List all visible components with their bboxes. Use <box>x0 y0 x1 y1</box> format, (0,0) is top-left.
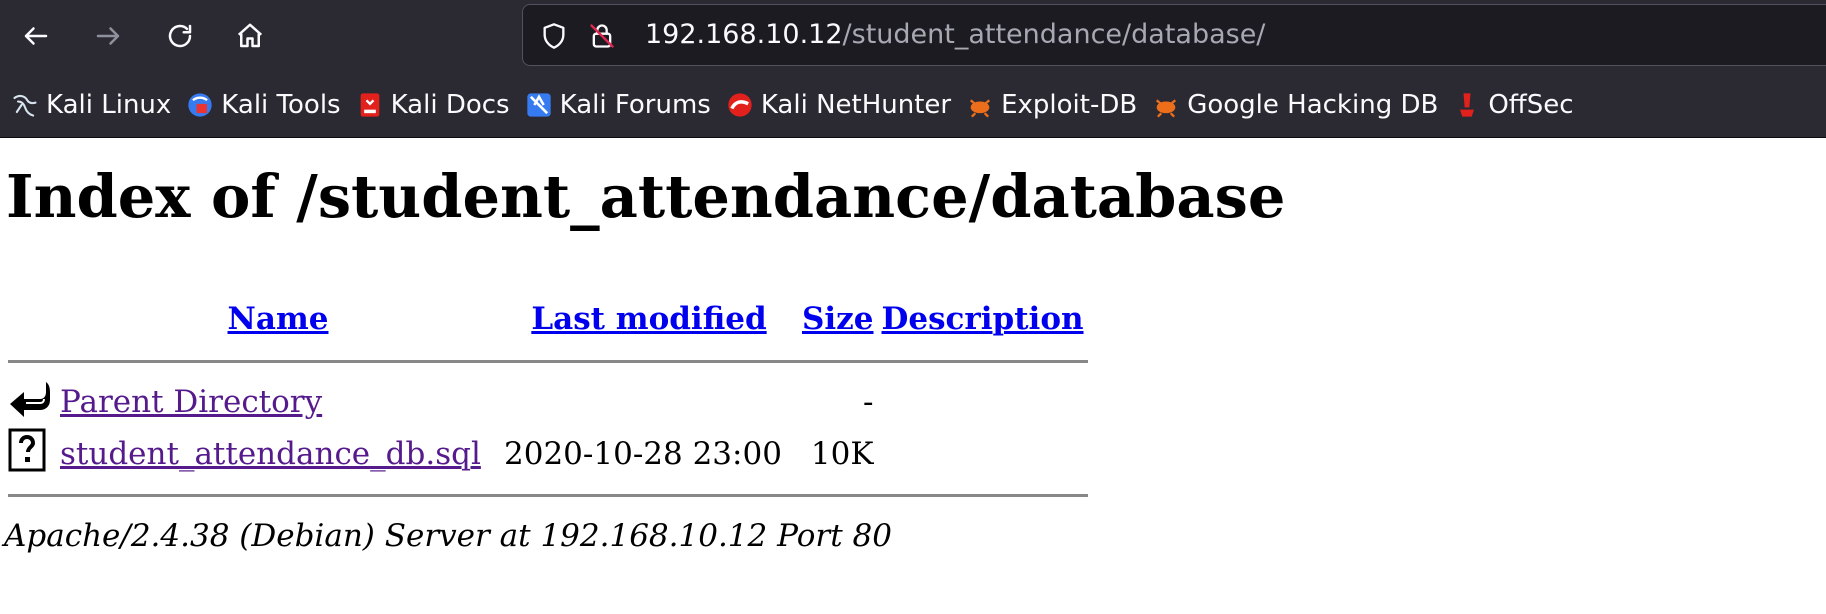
kali-dragon-icon <box>10 90 40 120</box>
row-last-modified-cell: 2020-10-28 23:00 <box>504 436 782 472</box>
bookmark-kali-linux[interactable]: Kali Linux <box>10 90 171 120</box>
sort-by-size-link[interactable]: Size <box>802 301 874 337</box>
bookmark-label: Kali Forums <box>559 89 711 120</box>
table-header-row: Name Last modified Size Description <box>8 292 1088 346</box>
url-text[interactable]: 192.168.10.12/student_attendance/databas… <box>645 19 1265 50</box>
unknown-file-icon[interactable] <box>8 428 46 472</box>
bookmark-kali-tools[interactable]: Kali Tools <box>185 89 341 120</box>
reload-icon <box>168 24 192 48</box>
home-button[interactable] <box>228 14 272 58</box>
sql-file-link[interactable]: student_attendance_db.sql <box>60 436 481 472</box>
bookmark-kali-forums[interactable]: Kali Forums <box>524 90 711 120</box>
home-icon <box>237 23 263 48</box>
column-icon-header <box>8 292 56 346</box>
back-button[interactable] <box>14 14 58 58</box>
insecure-connection-lock-icon[interactable] <box>587 21 617 51</box>
row-description-cell <box>878 428 1088 480</box>
column-description-header: Description <box>878 292 1088 346</box>
footer-separator <box>8 480 1088 510</box>
bookmark-exploit-db[interactable]: Exploit-DB <box>965 90 1137 120</box>
sort-by-last-modified-link[interactable]: Last modified <box>531 301 766 337</box>
reload-button[interactable] <box>158 14 202 58</box>
horizontal-rule <box>8 359 1088 363</box>
bookmark-google-hacking-db[interactable]: Google Hacking DB <box>1151 90 1438 120</box>
table-row: Parent Directory - <box>8 376 1088 428</box>
bookmarks-toolbar: Kali Linux Kali Tools Kali Docs Kali For… <box>0 72 1826 138</box>
server-signature: Apache/2.4.38 (Debian) Server at 192.168… <box>4 518 892 554</box>
column-size-header: Size <box>798 292 878 346</box>
forward-arrow-icon <box>96 27 120 45</box>
offsec-icon <box>1452 90 1482 120</box>
bookmark-label: Kali Docs <box>390 89 510 120</box>
kali-forums-icon <box>524 90 554 120</box>
bookmark-label: Exploit-DB <box>1001 89 1138 120</box>
bookmark-kali-docs[interactable]: Kali Docs <box>355 90 510 120</box>
table-row: student_attendance_db.sql 2020-10-28 23:… <box>8 428 1088 480</box>
url-path: /student_attendance/database/ <box>842 19 1266 50</box>
browser-chrome: 192.168.10.12/student_attendance/databas… <box>0 0 1826 138</box>
navigation-toolbar: 192.168.10.12/student_attendance/databas… <box>0 0 1826 72</box>
bookmark-label: OffSec <box>1488 89 1574 120</box>
sort-by-name-link[interactable]: Name <box>228 301 329 337</box>
row-icon-cell <box>8 376 56 428</box>
tracking-protection-shield-icon[interactable] <box>539 21 569 51</box>
kali-tools-icon <box>185 90 215 120</box>
row-last-modified-cell <box>500 376 798 428</box>
bookmark-offsec[interactable]: OffSec <box>1452 89 1574 120</box>
page-title: Index of /student_attendance/database <box>6 162 1286 231</box>
column-last-modified-header: Last modified <box>500 292 798 346</box>
row-name-cell: Parent Directory <box>56 376 500 428</box>
sort-by-description-link[interactable]: Description <box>882 301 1084 337</box>
row-name-cell: student_attendance_db.sql <box>56 428 500 480</box>
bookmark-label: Kali Tools <box>221 89 341 120</box>
header-separator <box>8 346 1088 376</box>
row-icon-cell <box>8 428 56 480</box>
exploit-db-icon <box>965 90 995 120</box>
column-name-header: Name <box>56 292 500 346</box>
back-arrow-icon[interactable] <box>8 378 50 418</box>
address-bar[interactable]: 192.168.10.12/student_attendance/databas… <box>522 4 1826 66</box>
kali-docs-icon <box>355 90 385 120</box>
bookmark-label: Kali NetHunter <box>760 89 952 120</box>
bookmark-kali-nethunter[interactable]: Kali NetHunter <box>725 90 951 120</box>
forward-button[interactable] <box>86 14 130 58</box>
directory-listing-table: Name Last modified Size Description Pare… <box>8 292 1088 510</box>
back-arrow-icon <box>24 27 48 45</box>
row-description-cell <box>878 376 1088 428</box>
page-content: Index of /student_attendance/database Na… <box>0 138 1826 614</box>
row-size-cell: 10K <box>810 436 874 472</box>
parent-directory-link[interactable]: Parent Directory <box>60 384 322 420</box>
ghdb-icon <box>1151 90 1181 120</box>
bookmark-label: Kali Linux <box>46 89 172 120</box>
horizontal-rule <box>8 493 1088 497</box>
row-size-cell: - <box>863 384 874 420</box>
kali-nethunter-icon <box>725 90 755 120</box>
url-host: 192.168.10.12 <box>645 19 843 50</box>
bookmark-label: Google Hacking DB <box>1187 89 1439 120</box>
